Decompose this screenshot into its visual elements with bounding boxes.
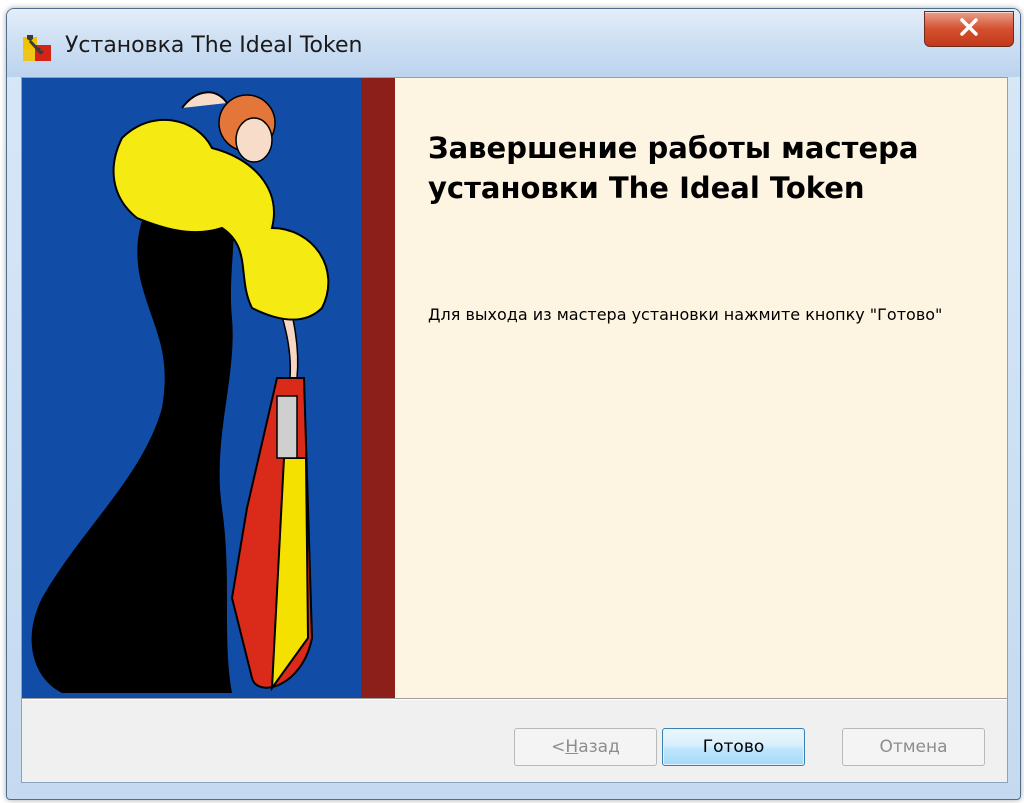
close-icon	[958, 17, 980, 42]
cancel-button[interactable]: Отмена	[842, 728, 985, 766]
button-bar-divider	[22, 698, 1007, 700]
wizard-body: Завершение работы мастера установки The …	[21, 77, 1008, 783]
close-button[interactable]	[924, 11, 1014, 47]
hero-stripe	[361, 78, 395, 698]
woman-illustration	[31, 91, 330, 693]
back-button[interactable]: < Н азад	[514, 728, 657, 766]
cancel-button-label: Отмена	[879, 737, 948, 757]
finish-button[interactable]: Готово	[662, 728, 805, 766]
back-button-label: азад	[578, 737, 620, 757]
installer-window: Установка The Ideal Token Завершение раб…	[6, 8, 1021, 800]
back-button-accelerator: Н	[565, 737, 579, 757]
back-button-prefix: <	[551, 737, 566, 757]
title-bar[interactable]: Установка The Ideal Token	[7, 9, 1020, 77]
hero-image	[22, 78, 395, 698]
wizard-message: Для выхода из мастера установки нажмите …	[428, 305, 943, 324]
installer-icon	[21, 31, 53, 63]
wizard-heading: Завершение работы мастера установки The …	[428, 131, 919, 205]
window-title: Установка The Ideal Token	[65, 33, 363, 58]
finish-button-label: Готово	[702, 737, 765, 757]
wizard-content-panel: Завершение работы мастера установки The …	[395, 78, 1007, 698]
